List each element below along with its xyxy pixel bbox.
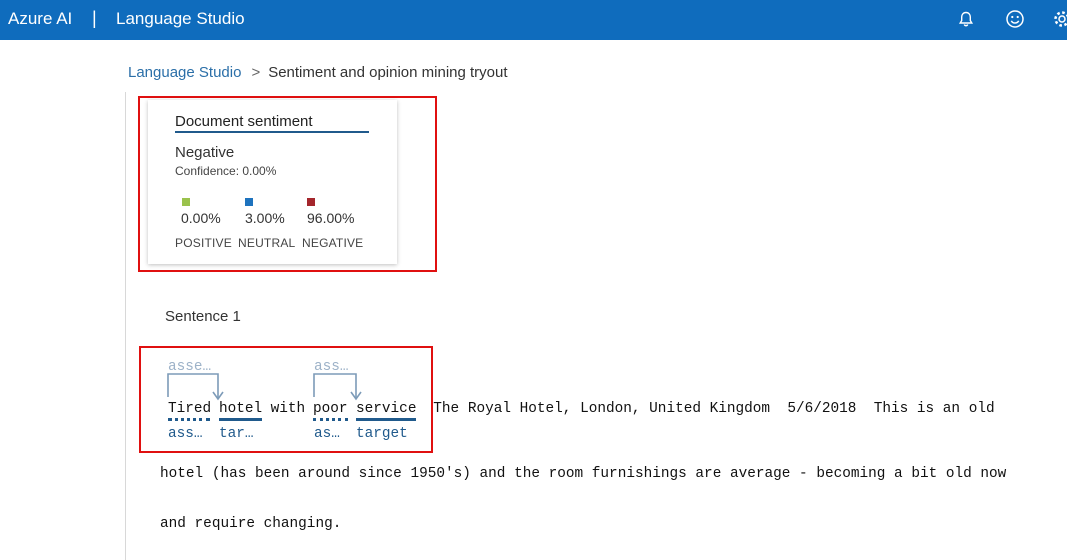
assessment-tag[interactable]: as… bbox=[314, 426, 340, 442]
sentence-text-line-3: and require changing. bbox=[160, 516, 342, 532]
sentence-text-line-2: hotel (has been around since 1950's) and… bbox=[160, 466, 1007, 482]
opinion-word-tired[interactable]: Tired bbox=[168, 401, 211, 417]
target-underline bbox=[356, 418, 416, 421]
opinion-word-poor[interactable]: poor bbox=[313, 401, 348, 417]
target-tag[interactable]: target bbox=[356, 426, 408, 442]
assessment-tag-top[interactable]: asse… bbox=[168, 359, 211, 375]
sentence-text: The Royal Hotel, London, United Kingdom … bbox=[416, 401, 995, 417]
opinion-word-service[interactable]: service bbox=[356, 401, 416, 417]
assessment-tag-top[interactable]: ass… bbox=[314, 359, 349, 375]
sentence-text: with bbox=[262, 401, 314, 417]
target-underline bbox=[219, 418, 262, 421]
assessment-underline bbox=[168, 418, 210, 421]
target-tag[interactable]: tar… bbox=[219, 426, 254, 442]
assessment-underline bbox=[313, 418, 348, 421]
assessment-tag[interactable]: ass… bbox=[168, 426, 203, 442]
opinion-word-hotel[interactable]: hotel bbox=[219, 401, 262, 417]
